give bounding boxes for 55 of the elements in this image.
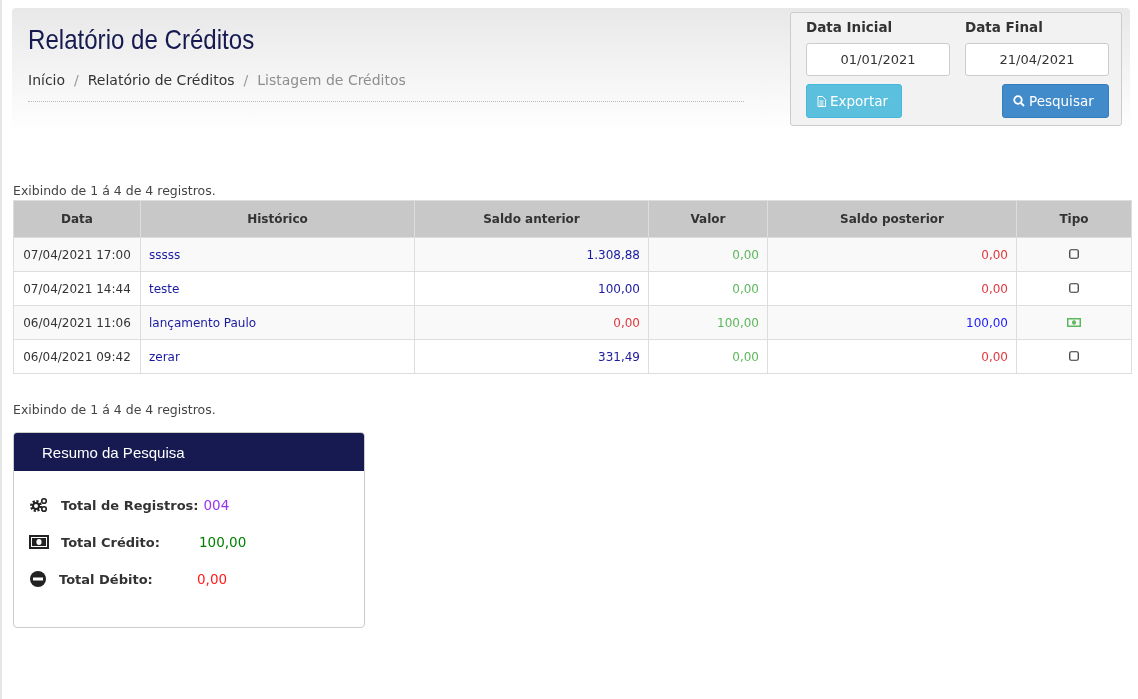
summary-label: Total de Registros: (61, 497, 199, 513)
breadcrumb-link[interactable]: Relatório de Créditos (87, 72, 235, 88)
field-label: Data Final (965, 19, 1043, 37)
record-count: Exibindo de 1 á 4 de 4 registros. (13, 402, 217, 417)
breadcrumb-link[interactable]: Início (28, 72, 66, 88)
table-cell: 100,00 (767, 305, 1017, 340)
summary-value: 100,00 (199, 534, 247, 550)
record-count: Exibindo de 1 á 4 de 4 registros. (13, 183, 217, 198)
table-cell: zerar (140, 339, 415, 374)
summary-value: 004 (203, 497, 230, 513)
summary-label: Total Crédito: (61, 534, 161, 550)
table-cell: 0,00 (767, 339, 1017, 374)
table-cell: 0,00 (648, 237, 768, 272)
date-field[interactable]: 21/04/2021 (965, 43, 1109, 76)
table-cell: 100,00 (414, 271, 649, 306)
square-icon (1069, 282, 1079, 293)
table-cell: teste (140, 271, 415, 306)
search-icon (1013, 95, 1025, 107)
column-header: Saldo posterior (767, 200, 1017, 238)
table-cell: 1.308,88 (414, 237, 649, 272)
column-header: Histórico (140, 200, 415, 238)
column-header: Valor (648, 200, 768, 238)
square-icon (1069, 248, 1079, 259)
table-cell: lançamento Paulo (140, 305, 415, 340)
table-cell: 06/04/2021 09:42 (13, 339, 141, 374)
table-cell: 0,00 (767, 237, 1017, 272)
table-cell: 0,00 (648, 271, 768, 306)
table-cell: 100,00 (648, 305, 768, 340)
table-cell: 0,00 (767, 271, 1017, 306)
banknote-icon (29, 535, 49, 549)
table-cell: 07/04/2021 17:00 (13, 237, 141, 272)
breadcrumb-separator: / (74, 72, 79, 88)
table-cell: 331,49 (414, 339, 649, 374)
date-field[interactable]: 01/01/2021 (806, 43, 950, 76)
summary-title: Resumo da Pesquisa (14, 433, 364, 471)
table-cell: 07/04/2021 14:44 (13, 271, 141, 306)
page-title: Relatório de Créditos (28, 24, 255, 56)
minus-circle-icon (29, 570, 47, 588)
search-button[interactable]: Pesquisar (1002, 84, 1109, 118)
table-cell: sssss (140, 237, 415, 272)
summary-value: 0,00 (197, 571, 228, 587)
square-icon (1069, 350, 1079, 361)
table-cell: 06/04/2021 11:06 (13, 305, 141, 340)
gears-icon (29, 497, 49, 513)
summary-label: Total Débito: (59, 571, 154, 587)
column-header: Data (13, 200, 141, 238)
column-header: Saldo anterior (414, 200, 649, 238)
breadcrumb-separator: / (243, 72, 249, 88)
field-label: Data Inicial (806, 19, 894, 37)
column-header: Tipo (1016, 200, 1132, 238)
breadcrumb-current: Listagem de Créditos (257, 72, 406, 88)
document-icon (817, 95, 826, 107)
table-cell: 0,00 (414, 305, 649, 340)
banknote-icon (1067, 317, 1081, 327)
table-cell: 0,00 (648, 339, 768, 374)
